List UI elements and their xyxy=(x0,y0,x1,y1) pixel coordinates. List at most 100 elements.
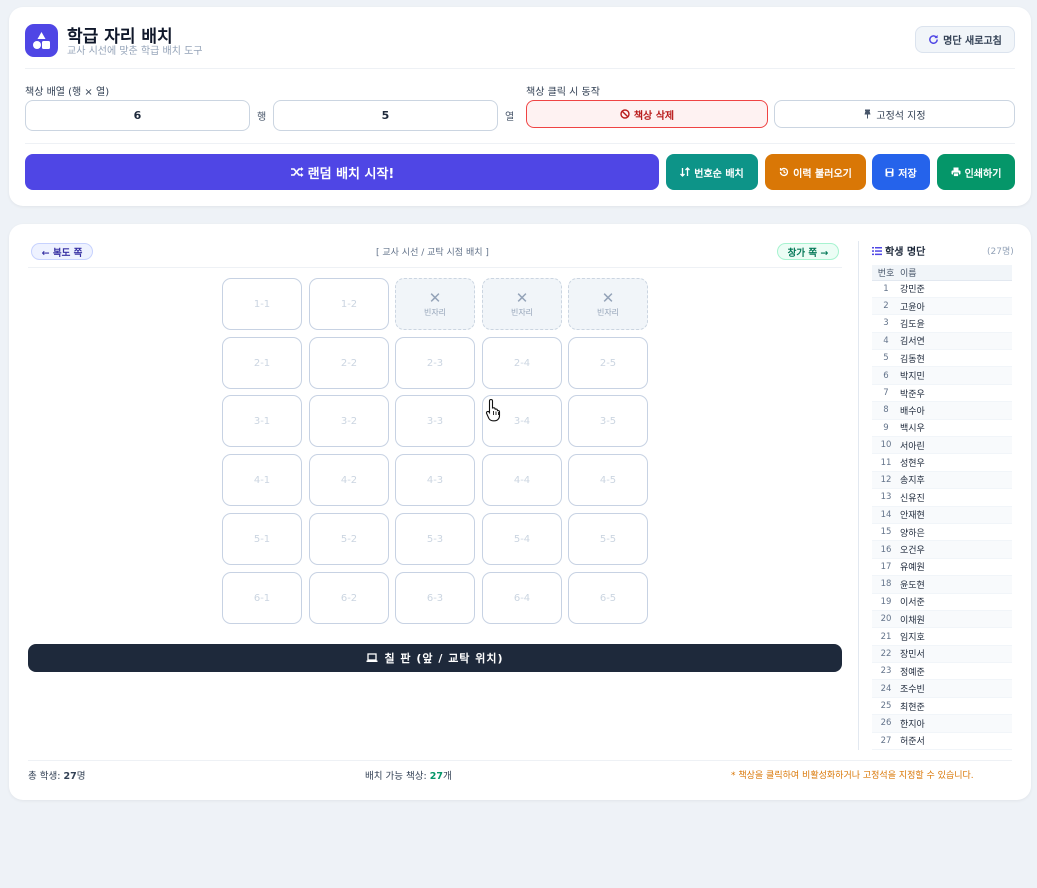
hand-cursor-icon xyxy=(485,398,503,426)
seat[interactable]: 6-2 xyxy=(309,572,389,624)
seat[interactable]: 6-1 xyxy=(222,572,302,624)
student-number: 4 xyxy=(872,332,900,351)
seat[interactable]: 2-2 xyxy=(309,337,389,389)
student-number: 18 xyxy=(872,575,900,594)
seat[interactable]: 3-5 xyxy=(568,395,648,447)
empty-seat[interactable]: ✕ 빈자리 xyxy=(482,278,562,330)
divider xyxy=(28,760,1012,761)
table-row: 22 장민서 xyxy=(872,645,1012,664)
rows-input[interactable]: 6 xyxy=(25,100,250,131)
seat[interactable]: 3-2 xyxy=(309,395,389,447)
seat[interactable]: 5-1 xyxy=(222,513,302,565)
student-name: 이채원 xyxy=(900,610,1012,629)
seat-label: 2-1 xyxy=(253,357,271,369)
seat[interactable]: 5-4 xyxy=(482,513,562,565)
seat[interactable]: 2-4 xyxy=(482,337,562,389)
table-row: 13 신유진 xyxy=(872,488,1012,507)
seat[interactable]: 3-1 xyxy=(222,395,302,447)
cols-unit: 열 xyxy=(505,112,515,123)
student-name: 이서준 xyxy=(900,593,1012,611)
seat[interactable]: 5-3 xyxy=(395,513,475,565)
cols-input[interactable]: 5 xyxy=(273,100,498,131)
table-row: 16 오건우 xyxy=(872,540,1012,559)
table-row: 3 김도윤 xyxy=(872,314,1012,333)
seat[interactable]: 4-4 xyxy=(482,454,562,506)
load-history-button[interactable]: 이력 불러오기 xyxy=(765,154,866,190)
seat[interactable]: 4-5 xyxy=(568,454,648,506)
seat-label: 2-2 xyxy=(340,357,358,369)
student-number: 12 xyxy=(872,471,900,490)
hallway-side-label: ← 복도 쪽 xyxy=(31,243,93,260)
student-name: 조수빈 xyxy=(900,679,1012,698)
seat[interactable]: 4-3 xyxy=(395,454,475,506)
order-assign-button[interactable]: 번호순 배치 xyxy=(666,154,758,190)
print-label: 인쇄하기 xyxy=(964,168,1002,180)
seat-label: 6-2 xyxy=(340,592,358,604)
table-row: 1 강민준 xyxy=(872,280,1012,298)
student-number: 26 xyxy=(872,714,900,733)
student-number: 17 xyxy=(872,558,900,577)
student-name: 신유진 xyxy=(900,488,1012,507)
seat-label: 2-4 xyxy=(513,357,531,369)
fix-seat-mode-button[interactable]: 고정석 지정 xyxy=(774,100,1015,128)
seat[interactable]: 2-3 xyxy=(395,337,475,389)
refresh-icon xyxy=(929,34,939,44)
layout-label: 책상 배열 (행 × 열) xyxy=(25,87,110,98)
seat-label: 3-5 xyxy=(599,415,617,427)
app-subtitle: 교사 시선에 맞춘 학급 배치 도구 xyxy=(67,46,203,57)
seat[interactable]: 6-4 xyxy=(482,572,562,624)
table-row: 17 유예원 xyxy=(872,558,1012,577)
available-desks: 배치 가능 책상: 27개 xyxy=(365,768,452,782)
table-row: 24 조수빈 xyxy=(872,679,1012,698)
shuffle-icon xyxy=(290,167,304,177)
student-number: 11 xyxy=(872,453,900,472)
seat-label: 5-4 xyxy=(513,533,531,545)
empty-seat[interactable]: ✕ 빈자리 xyxy=(568,278,648,330)
seat-label: 6-3 xyxy=(426,592,444,604)
table-row: 25 최현준 xyxy=(872,697,1012,716)
seat[interactable]: 3-3 xyxy=(395,395,475,447)
table-row: 27 허준서 xyxy=(872,732,1012,751)
ban-icon xyxy=(620,109,630,119)
random-assign-button[interactable]: 랜덤 배치 시작! xyxy=(25,154,659,190)
student-number: 27 xyxy=(872,732,900,751)
seat[interactable]: 4-1 xyxy=(222,454,302,506)
seat[interactable]: 1-1 xyxy=(222,278,302,330)
roster-title-label: 학생 명단 xyxy=(885,247,926,258)
load-history-label: 이력 불러오기 xyxy=(793,168,852,180)
seat[interactable]: 5-5 xyxy=(568,513,648,565)
empty-seat[interactable]: ✕ 빈자리 xyxy=(395,278,475,330)
save-button[interactable]: 저장 xyxy=(872,154,930,190)
seat[interactable]: 6-3 xyxy=(395,572,475,624)
roster-header-row: 번호 이름 xyxy=(872,265,1012,281)
student-name: 김도윤 xyxy=(900,314,1012,333)
seat-label: 5-1 xyxy=(253,533,271,545)
seat-label: 2-5 xyxy=(599,357,617,369)
fix-seat-label: 고정석 지정 xyxy=(876,110,926,122)
refresh-roster-button[interactable]: 명단 새로고침 xyxy=(915,26,1015,53)
seat-label: 빈자리 xyxy=(510,307,534,317)
student-name: 강민준 xyxy=(900,280,1012,298)
student-name: 박지민 xyxy=(900,366,1012,385)
pin-icon xyxy=(864,109,871,119)
student-name: 오건우 xyxy=(900,540,1012,559)
seat[interactable]: 2-1 xyxy=(222,337,302,389)
student-name: 임지호 xyxy=(900,627,1012,646)
view-caption: [ 교사 시선 / 교탁 시점 배치 ] xyxy=(376,248,489,258)
seat[interactable]: 1-2 xyxy=(309,278,389,330)
seat[interactable]: 4-2 xyxy=(309,454,389,506)
print-button[interactable]: 인쇄하기 xyxy=(937,154,1015,190)
save-icon xyxy=(885,168,894,176)
seat[interactable]: 2-5 xyxy=(568,337,648,389)
delete-mode-button[interactable]: 책상 삭제 xyxy=(526,100,768,128)
seat[interactable]: 5-2 xyxy=(309,513,389,565)
close-icon: ✕ xyxy=(428,288,442,307)
student-name: 김동현 xyxy=(900,349,1012,368)
available-desks-value: 27 xyxy=(429,771,443,782)
seat-label: 4-3 xyxy=(426,474,444,486)
seat[interactable]: 6-5 xyxy=(568,572,648,624)
save-label: 저장 xyxy=(898,168,917,180)
student-name: 서아린 xyxy=(900,436,1012,455)
table-row: 23 정예준 xyxy=(872,662,1012,681)
control-panel: 학급 자리 배치 교사 시선에 맞춘 학급 배치 도구 명단 새로고침 책상 배… xyxy=(9,7,1031,206)
